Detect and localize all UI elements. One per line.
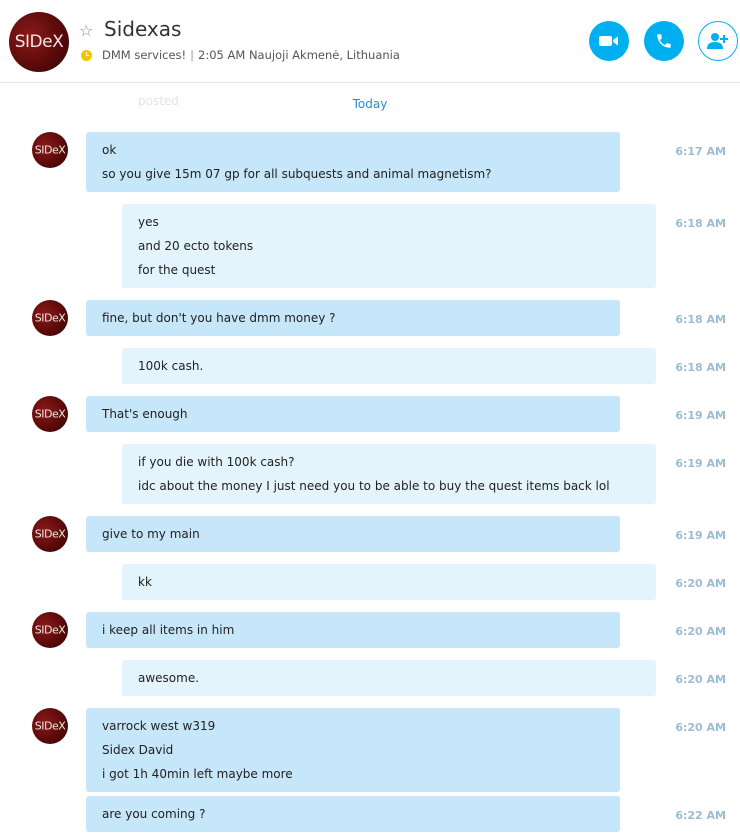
message-text: give to my main	[102, 527, 200, 541]
message-timestamp: 6:18 AM	[675, 217, 726, 230]
phone-icon	[657, 34, 671, 48]
status-separator: |	[190, 48, 195, 62]
contact-avatar[interactable]: SIDeX	[9, 12, 69, 72]
message-timestamp: 6:19 AM	[675, 457, 726, 470]
incoming-message[interactable]: give to my main	[86, 516, 620, 552]
message-timestamp: 6:22 AM	[675, 809, 726, 822]
video-call-button[interactable]	[589, 21, 629, 61]
message-text: 100k cash.	[138, 359, 204, 373]
date-divider: Today	[352, 97, 388, 111]
message-text: varrock west w319	[102, 719, 216, 733]
message-timestamp: 6:19 AM	[675, 409, 726, 422]
incoming-message[interactable]: i keep all items in him	[86, 612, 620, 648]
sender-avatar[interactable]: SIDeX	[32, 708, 68, 744]
message-text: idc about the money I just need you to b…	[138, 479, 610, 493]
sender-avatar[interactable]: SIDeX	[32, 516, 68, 552]
message-text: for the quest	[138, 263, 216, 277]
incoming-message[interactable]: are you coming ?	[86, 796, 620, 832]
video-camera-icon	[599, 36, 618, 46]
incoming-message[interactable]: ok so you give 15m 07 gp for all subquest…	[86, 132, 620, 192]
avatar-logo-text: SIDeX	[34, 143, 66, 157]
outgoing-message[interactable]: yes and 20 ecto tokens for the quest	[122, 204, 656, 288]
message-timestamp: 6:17 AM	[675, 145, 726, 158]
message-timestamp: 6:20 AM	[675, 625, 726, 638]
avatar-logo-text: SIDeX	[34, 719, 66, 733]
voice-call-button[interactable]	[644, 21, 684, 61]
conversation-header: SIDeX ☆ Sidexas DMM services! | 2:05 AM Na…	[0, 0, 740, 83]
sender-avatar[interactable]: SIDeX	[32, 300, 68, 336]
mood-message: DMM services!	[102, 48, 187, 62]
outgoing-message[interactable]: if you die with 100k cash? idc about the …	[122, 444, 656, 504]
contact-status-row: DMM services! | 2:05 AM Naujoji Akmenė, Li…	[81, 48, 400, 64]
add-person-icon	[707, 33, 728, 49]
message-text: That's enough	[102, 407, 188, 421]
message-timestamp: 6:18 AM	[675, 313, 726, 326]
avatar-logo-text: SIDeX	[34, 527, 66, 541]
add-people-button[interactable]	[698, 21, 738, 61]
message-text: yes	[138, 215, 159, 229]
message-text: kk	[138, 575, 152, 589]
message-text: ok	[102, 143, 117, 157]
avatar-logo-text: SIDeX	[34, 623, 66, 637]
message-timestamp: 6:20 AM	[675, 577, 726, 590]
sender-avatar[interactable]: SIDeX	[32, 612, 68, 648]
clock-icon	[81, 50, 92, 61]
message-text: are you coming ?	[102, 807, 206, 821]
message-text: and 20 ecto tokens	[138, 239, 254, 253]
message-timestamp: 6:19 AM	[675, 529, 726, 542]
sender-avatar[interactable]: SIDeX	[32, 396, 68, 432]
avatar-logo-text: SIDeX	[14, 32, 64, 52]
message-text: fine, but don't you have dmm money ?	[102, 311, 336, 325]
outgoing-message[interactable]: 100k cash.	[122, 348, 656, 384]
incoming-message[interactable]: fine, but don't you have dmm money ?	[86, 300, 620, 336]
message-text: i got 1h 40min left maybe more	[102, 767, 293, 781]
message-text: if you die with 100k cash?	[138, 455, 295, 469]
contact-name[interactable]: Sidexas	[104, 17, 181, 41]
sender-avatar[interactable]: SIDeX	[32, 132, 68, 168]
message-text: Sidex David	[102, 743, 174, 757]
local-time: 2:05 AM Naujoji Akmenė, Lithuania	[198, 48, 400, 62]
incoming-message[interactable]: varrock west w319 Sidex David i got 1h 40m…	[86, 708, 620, 792]
message-timestamp: 6:20 AM	[675, 721, 726, 734]
outgoing-message[interactable]: kk	[122, 564, 656, 600]
message-text: so you give 15m 07 gp for all subquests …	[102, 167, 492, 181]
avatar-logo-text: SIDeX	[34, 407, 66, 421]
avatar-logo-text: SIDeX	[34, 311, 66, 325]
message-timestamp: 6:20 AM	[675, 673, 726, 686]
message-text: awesome.	[138, 671, 200, 685]
star-icon[interactable]: ☆	[79, 21, 93, 40]
message-timestamp: 6:18 AM	[675, 361, 726, 374]
incoming-message[interactable]: That's enough	[86, 396, 620, 432]
message-text: i keep all items in him	[102, 623, 235, 637]
outgoing-message[interactable]: awesome.	[122, 660, 656, 696]
